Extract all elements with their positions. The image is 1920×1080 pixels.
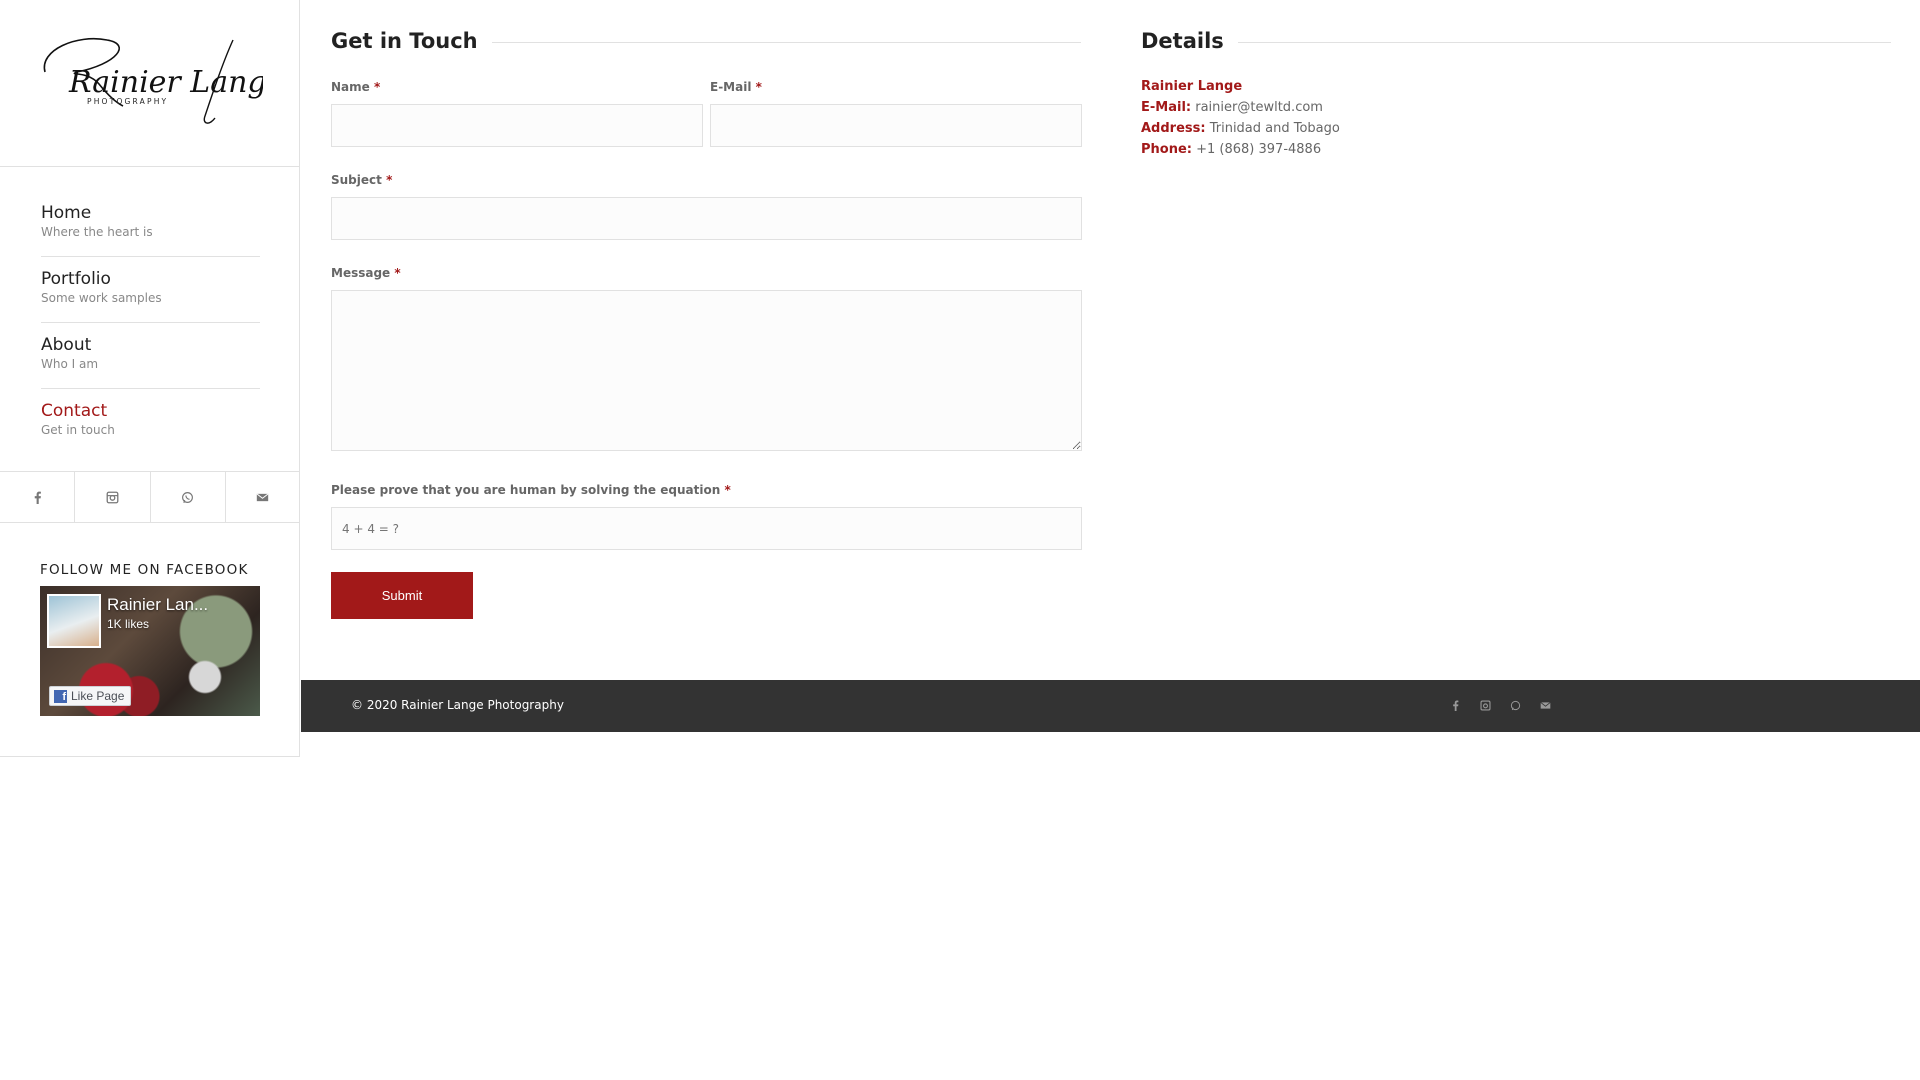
details-name: Rainier Lange [1141,79,1243,94]
logo-tagline: PHOTOGRAPHY [87,97,168,106]
required-mark: * [394,266,401,280]
details-email-row: E-Mail: rainier@tewltd.com [1141,97,1340,118]
details-address-value: Trinidad and Tobago [1209,121,1340,136]
submit-button[interactable]: Submit [331,572,473,619]
required-mark: * [755,80,762,94]
logo-script: Rainier Lange [68,65,263,100]
details-address-label: Address: [1141,121,1206,136]
nav-item-about[interactable]: About Who I am [41,323,260,389]
whatsapp-icon [182,491,194,503]
details-block: Rainier Lange E-Mail: rainier@tewltd.com… [1141,76,1340,160]
facebook-page-avatar[interactable] [47,594,101,648]
facebook-widget-heading: FOLLOW ME ON FACEBOOK [40,562,249,578]
whatsapp-link[interactable] [151,472,226,522]
required-mark: * [724,483,731,497]
instagram-icon [1480,700,1491,711]
mail-link[interactable] [226,472,300,522]
details-phone-label: Phone: [1141,142,1192,157]
message-label: Message * [331,266,401,280]
details-email-link[interactable]: rainier@tewltd.com [1195,100,1323,115]
instagram-icon [106,491,119,503]
captcha-input[interactable] [331,507,1082,550]
subject-label: Subject * [331,173,393,187]
mail-icon [1540,702,1551,709]
sidebar: Rainier Lange PHOTOGRAPHY Home Where the… [0,0,300,757]
contact-form-title: Get in Touch [331,27,492,55]
main-content: Get in Touch Name * E-Mail * Subject * M… [301,0,1920,680]
nav-item-subtitle: Some work samples [41,291,162,305]
nav-item-title: Contact [41,401,108,421]
main-nav: Home Where the heart is Portfolio Some w… [0,167,299,455]
logo[interactable]: Rainier Lange PHOTOGRAPHY [37,32,263,132]
captcha-label: Please prove that you are human by solvi… [331,483,731,497]
details-email-label: E-Mail: [1141,100,1192,115]
logo-area: Rainier Lange PHOTOGRAPHY [0,0,299,167]
facebook-page-name[interactable]: Rainier Lan... [107,595,208,615]
details-phone-value: +1 (868) 397-4886 [1196,142,1322,157]
nav-item-contact[interactable]: Contact Get in touch [41,389,260,455]
footer-social-icons [1449,699,1552,712]
sidebar-social-bar [0,471,300,523]
instagram-link[interactable] [75,472,151,522]
required-mark: * [386,173,393,187]
nav-item-home[interactable]: Home Where the heart is [41,191,260,257]
details-title: Details [1141,27,1238,55]
nav-item-title: Home [41,203,92,223]
message-textarea[interactable] [331,290,1082,451]
nav-item-portfolio[interactable]: Portfolio Some work samples [41,257,260,323]
footer-instagram-link[interactable] [1479,699,1492,712]
subject-input[interactable] [331,197,1082,240]
email-label: E-Mail * [710,80,762,94]
email-input[interactable] [710,104,1082,147]
details-address-row: Address: Trinidad and Tobago [1141,118,1340,139]
nav-item-subtitle: Who I am [41,357,99,371]
facebook-like-page-button[interactable]: f Like Page [49,686,132,706]
nav-item-title: About [41,335,92,355]
nav-item-title: Portfolio [41,269,111,289]
sidebar-divider [0,756,300,757]
facebook-page-likes: 1K likes [107,617,150,631]
footer-copyright: © 2020 Rainier Lange Photography [351,698,564,712]
details-phone-row: Phone: +1 (868) 397-4886 [1141,139,1340,160]
facebook-icon [34,491,41,504]
facebook-icon [1453,700,1459,711]
footer-whatsapp-link[interactable] [1509,699,1522,712]
required-mark: * [373,80,381,94]
facebook-icon: f [54,689,67,703]
footer: © 2020 Rainier Lange Photography [301,680,1920,732]
section-title-line [1141,42,1891,43]
facebook-widget: FOLLOW ME ON FACEBOOK Rainier Lan... 1K … [40,562,262,716]
nav-item-subtitle: Get in touch [41,423,115,437]
footer-mail-link[interactable] [1539,699,1552,712]
facebook-page-plugin[interactable]: Rainier Lan... 1K likes f Like Page [40,586,260,716]
mail-icon [256,492,269,501]
whatsapp-icon [1510,700,1521,711]
facebook-link[interactable] [0,472,76,522]
name-input[interactable] [331,104,703,147]
nav-item-subtitle: Where the heart is [41,225,153,239]
name-label: Name * [331,80,381,94]
footer-facebook-link[interactable] [1449,699,1462,712]
facebook-like-label: Like Page [71,689,125,703]
